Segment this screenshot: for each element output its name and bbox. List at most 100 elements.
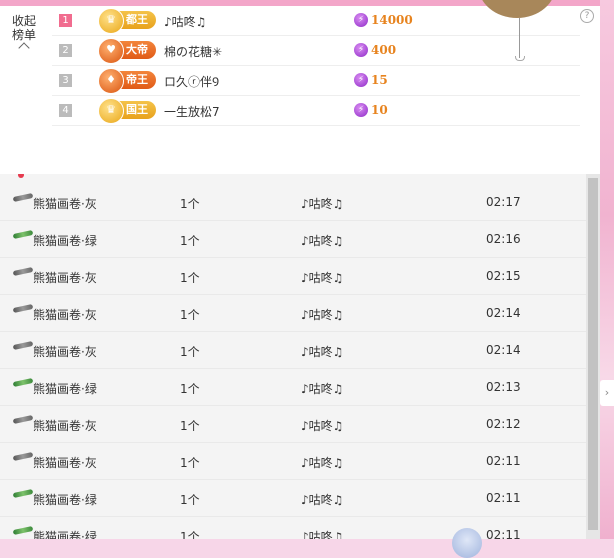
- gift-count: 1个: [180, 382, 200, 396]
- gift-sender[interactable]: ♪咕咚♫: [301, 454, 343, 471]
- rank-score: 14000: [371, 13, 413, 27]
- rank-number: 1: [59, 14, 72, 27]
- rank-number: 2: [59, 44, 72, 57]
- gift-name: 熊猫画卷·绿: [33, 234, 97, 248]
- noble-title: 都王: [126, 13, 148, 26]
- table-row: 熊猫画卷·灰 1个 ♪咕咚♫ 02:11: [0, 443, 586, 480]
- table-row: 熊猫画卷·灰 1个 ♪咕咚♫ 02:17: [0, 184, 586, 221]
- gift-sender[interactable]: ♪咕咚♫: [301, 232, 343, 249]
- rank-number: 4: [59, 104, 72, 117]
- lightning-icon: ⚡: [354, 73, 368, 87]
- gift-count: 1个: [180, 271, 200, 285]
- expand-side-button[interactable]: ›: [600, 380, 614, 406]
- gift-time: 02:11: [486, 454, 521, 468]
- gift-name: 熊猫画卷·灰: [33, 345, 97, 359]
- gift-count: 1个: [180, 456, 200, 470]
- gray-scroll-icon: [12, 303, 34, 314]
- gift-time: 02:11: [486, 528, 521, 539]
- gift-time: 02:14: [486, 343, 521, 357]
- green-scroll-icon: [12, 488, 34, 499]
- gift-sender[interactable]: ♪咕咚♫: [301, 269, 343, 286]
- gift-name: 熊猫画卷·灰: [33, 308, 97, 322]
- gift-count: 1个: [180, 308, 200, 322]
- gift-record-list: 熊猫画卷·灰 1个 ♪咕咚♫ 02:17 熊猫画卷·绿 1个 ♪咕咚♫ 02:1…: [0, 174, 586, 539]
- gift-time: 02:11: [486, 491, 521, 505]
- gift-name: 熊猫画卷·绿: [33, 493, 97, 507]
- list-top-gap: [0, 174, 586, 184]
- gift-count: 1个: [180, 345, 200, 359]
- rank-user-name[interactable]: ♪咕咚♫: [164, 13, 206, 30]
- lightning-icon: ⚡: [354, 13, 368, 27]
- pink-side-decoration: [600, 0, 614, 539]
- help-icon[interactable]: ?: [580, 9, 594, 23]
- gift-time: 02:15: [486, 269, 521, 283]
- table-row: 熊猫画卷·绿 1个 ♪咕咚♫ 02:13: [0, 369, 586, 406]
- table-row: 熊猫画卷·灰 1个 ♪咕咚♫ 02:14: [0, 295, 586, 332]
- shield-icon: ♦: [98, 68, 124, 94]
- rank-user-name[interactable]: ロ久ⓡ伴Ꝯ: [164, 73, 219, 90]
- gift-sender[interactable]: ♪咕咚♫: [301, 528, 343, 539]
- lightning-icon: ⚡: [354, 103, 368, 117]
- gift-sender[interactable]: ♪咕咚♫: [301, 417, 343, 434]
- gift-name: 熊猫画卷·灰: [33, 197, 97, 211]
- gift-time: 02:17: [486, 195, 521, 209]
- gift-name: 熊猫画卷·灰: [33, 419, 97, 433]
- gray-scroll-icon: [12, 192, 34, 203]
- gift-time: 02:16: [486, 232, 521, 246]
- gift-time: 02:14: [486, 306, 521, 320]
- table-row: 熊猫画卷·灰 1个 ♪咕咚♫ 02:12: [0, 406, 586, 443]
- table-row: 熊猫画卷·绿 1个 ♪咕咚♫ 02:16: [0, 221, 586, 258]
- floating-avatar[interactable]: [452, 528, 482, 558]
- rank-score: 400: [371, 43, 397, 57]
- rank-user-name[interactable]: 一生放松7: [164, 103, 220, 120]
- rank-row[interactable]: 2 ♥ 大帝 棉の花糖✳ ⚡ 400: [52, 36, 580, 66]
- balloon-string: [519, 18, 520, 58]
- collapse-rank-label: 收起榜单: [11, 14, 36, 42]
- crown-icon: ♛: [98, 8, 124, 34]
- rank-row[interactable]: 4 ♛ 国王 一生放松7 ⚡ 10: [52, 96, 580, 126]
- noble-title: 帝王: [126, 73, 148, 86]
- rank-user-name[interactable]: 棉の花糖✳: [164, 43, 222, 60]
- green-scroll-icon: [12, 229, 34, 240]
- red-dot-icon: [18, 174, 24, 178]
- gift-time: 02:12: [486, 417, 521, 431]
- gift-sender[interactable]: ♪咕咚♫: [301, 195, 343, 212]
- gift-time: 02:13: [486, 380, 521, 394]
- gift-name: 熊猫画卷·绿: [33, 382, 97, 396]
- gift-name: 熊猫画卷·灰: [33, 456, 97, 470]
- rank-score: 15: [371, 73, 388, 87]
- table-row: 熊猫画卷·灰 1个 ♪咕咚♫ 02:15: [0, 258, 586, 295]
- gray-scroll-icon: [12, 266, 34, 277]
- gift-sender[interactable]: ♪咕咚♫: [301, 491, 343, 508]
- scrollbar-thumb[interactable]: [588, 178, 598, 530]
- shield-icon: ♥: [98, 38, 124, 64]
- noble-title: 大帝: [126, 43, 148, 56]
- gift-sender[interactable]: ♪咕咚♫: [301, 380, 343, 397]
- rank-number: 3: [59, 74, 72, 87]
- gift-count: 1个: [180, 419, 200, 433]
- green-scroll-icon: [12, 377, 34, 388]
- gift-count: 1个: [180, 197, 200, 211]
- gift-sender[interactable]: ♪咕咚♫: [301, 343, 343, 360]
- chevron-up-icon: [18, 42, 30, 54]
- crown-icon: ♛: [98, 98, 124, 124]
- gift-rank-panel: 收起榜单 1 ♛ 都王 ♪咕咚♫ ⚡ 14000 2 ♥ 大帝 棉の花糖✳ ⚡ …: [0, 6, 600, 174]
- gift-name: 熊猫画卷·灰: [33, 271, 97, 285]
- green-scroll-icon: [12, 525, 34, 536]
- table-row: 熊猫画卷·灰 1个 ♪咕咚♫ 02:14: [0, 332, 586, 369]
- gift-count: 1个: [180, 530, 200, 539]
- gray-scroll-icon: [12, 414, 34, 425]
- list-scrollbar[interactable]: [586, 174, 600, 539]
- gift-count: 1个: [180, 234, 200, 248]
- gray-scroll-icon: [12, 340, 34, 351]
- noble-badge: ♛ 国王: [98, 98, 156, 124]
- collapse-rank-button[interactable]: 收起榜单: [10, 14, 38, 54]
- gift-sender[interactable]: ♪咕咚♫: [301, 306, 343, 323]
- rank-row[interactable]: 3 ♦ 帝王 ロ久ⓡ伴Ꝯ ⚡ 15: [52, 66, 580, 96]
- noble-badge: ♥ 大帝: [98, 38, 156, 64]
- lightning-icon: ⚡: [354, 43, 368, 57]
- gift-name: 熊猫画卷·绿: [33, 530, 97, 539]
- noble-title: 国王: [126, 103, 148, 116]
- rank-score: 10: [371, 103, 388, 117]
- table-row: 熊猫画卷·绿 1个 ♪咕咚♫ 02:11: [0, 480, 586, 517]
